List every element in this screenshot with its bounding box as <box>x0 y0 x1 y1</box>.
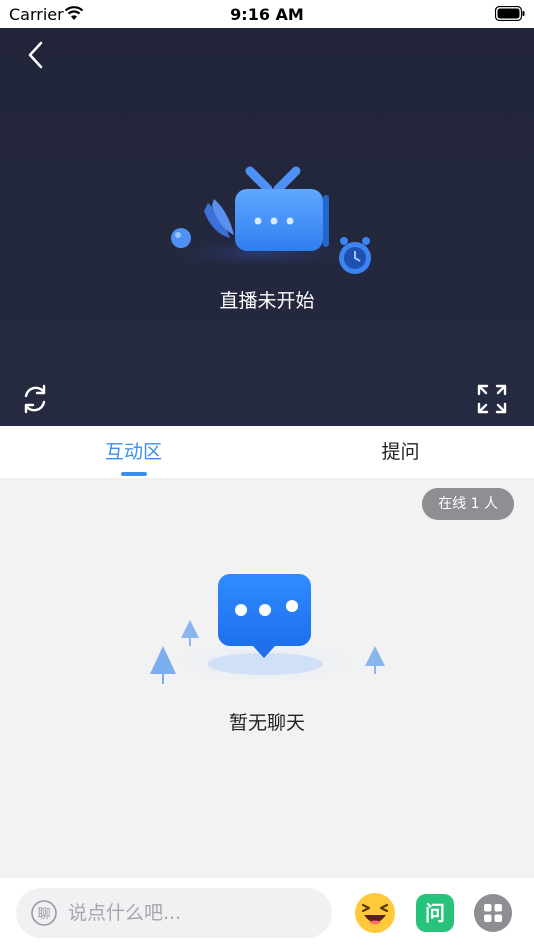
emoji-icon[interactable] <box>354 892 396 934</box>
online-count-badge: 在线 1 人 <box>422 488 514 520</box>
fullscreen-icon[interactable] <box>475 382 509 416</box>
empty-chat-text: 暂无聊天 <box>228 712 305 734</box>
live-player[interactable]: 直播未开始 <box>0 28 534 426</box>
status-bar: Carrier 9:16 AM <box>0 0 534 28</box>
battery-icon <box>495 6 525 21</box>
tab-bar: 互动区 提问 <box>0 426 534 478</box>
refresh-icon[interactable] <box>18 382 52 416</box>
status-time: 9:16 AM <box>230 5 304 24</box>
tv-illustration-icon <box>152 166 372 274</box>
svg-text:聊: 聊 <box>37 907 50 922</box>
tab-interaction[interactable]: 互动区 <box>0 426 267 478</box>
live-status-text: 直播未开始 <box>219 290 315 312</box>
chat-input-bar: 聊 问 <box>0 878 534 950</box>
tab-questions[interactable]: 提问 <box>267 426 534 478</box>
back-icon[interactable] <box>22 40 52 70</box>
chat-input-container[interactable]: 聊 <box>16 888 332 938</box>
ask-question-button[interactable]: 问 <box>416 894 454 932</box>
chat-input[interactable] <box>68 888 318 938</box>
more-apps-icon[interactable] <box>474 894 512 932</box>
chat-icon: 聊 <box>31 900 57 926</box>
chat-area: 在线 1 人 暂无聊天 <box>0 478 534 878</box>
empty-chat-illustration-icon <box>145 574 385 690</box>
